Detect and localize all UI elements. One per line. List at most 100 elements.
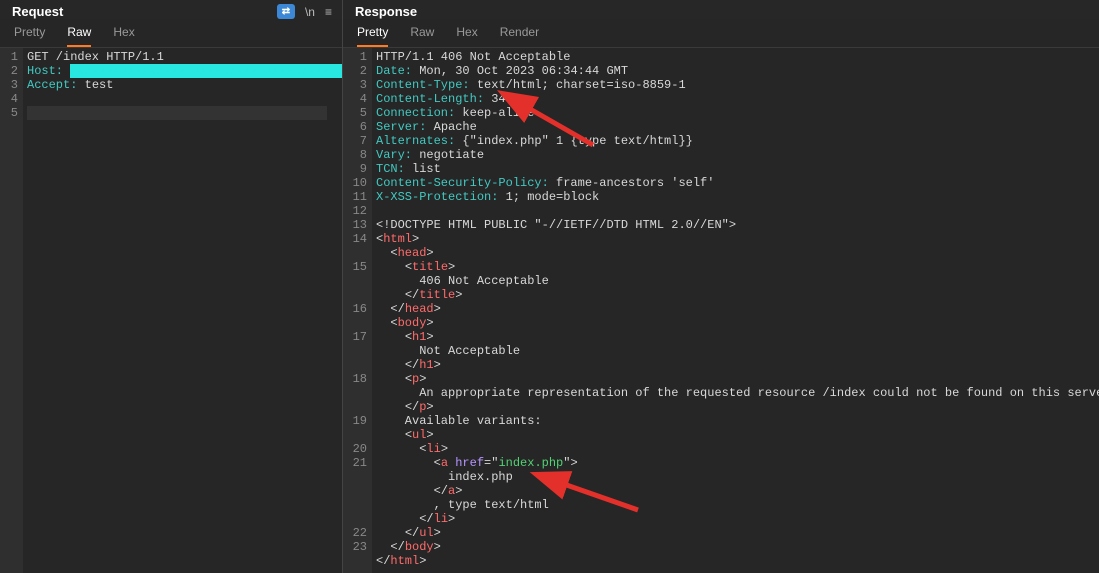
tab-raw[interactable]: Raw	[410, 25, 434, 47]
code-line[interactable]: Content-Type: text/html; charset=iso-885…	[376, 78, 1099, 92]
line-number: 2	[343, 64, 367, 78]
line-number: 19	[343, 414, 367, 428]
tab-hex[interactable]: Hex	[113, 25, 134, 47]
app-root: Request ⇄ \n ≡ PrettyRawHex 12345 GET /i…	[0, 0, 1099, 573]
line-number: 13	[343, 218, 367, 232]
response-header: Response	[343, 0, 1099, 19]
code-line[interactable]: HTTP/1.1 406 Not Acceptable	[376, 50, 1099, 64]
newline-toggle[interactable]: \n	[305, 5, 315, 19]
code-line[interactable]: </ul>	[376, 526, 1099, 540]
line-number	[343, 288, 367, 302]
response-panel: Response PrettyRawHexRender 123456789101…	[343, 0, 1099, 573]
code-line[interactable]: Accept: test	[27, 78, 342, 92]
code-line[interactable]: </head>	[376, 302, 1099, 316]
line-number: 21	[343, 456, 367, 470]
request-tools: ⇄ \n ≡	[277, 4, 332, 19]
request-gutter: 12345	[0, 48, 23, 573]
code-line[interactable]: Host: xxxxxxxxxxxxxxxxxxxxxxxxxxxxxxxxxx…	[27, 64, 342, 78]
line-number: 15	[343, 260, 367, 274]
code-line[interactable]: <ul>	[376, 428, 1099, 442]
code-line[interactable]: </p>	[376, 400, 1099, 414]
line-number	[343, 470, 367, 484]
line-number: 23	[343, 540, 367, 554]
code-line[interactable]	[376, 204, 1099, 218]
code-line[interactable]	[27, 92, 342, 106]
line-number	[343, 344, 367, 358]
response-tabs: Pretty Raw Hex Render	[343, 19, 1099, 48]
tab-raw[interactable]: Raw	[67, 25, 91, 47]
request-title: Request	[12, 4, 63, 19]
line-number: 18	[343, 372, 367, 386]
line-number: 8	[343, 148, 367, 162]
response-gutter: 1234567891011121314151617181920212223	[343, 48, 372, 573]
tab-hex[interactable]: Hex	[456, 25, 477, 47]
line-number	[343, 400, 367, 414]
code-line[interactable]: Connection: keep-alive	[376, 106, 1099, 120]
code-line[interactable]: </a>	[376, 484, 1099, 498]
code-line[interactable]: Content-Security-Policy: frame-ancestors…	[376, 176, 1099, 190]
code-line[interactable]: TCN: list	[376, 162, 1099, 176]
tab-pretty[interactable]: Pretty	[357, 25, 388, 47]
code-line[interactable]: index.php	[376, 470, 1099, 484]
line-number	[343, 428, 367, 442]
line-number: 5	[343, 106, 367, 120]
code-line[interactable]: Date: Mon, 30 Oct 2023 06:34:44 GMT	[376, 64, 1099, 78]
code-line[interactable]: </li>	[376, 512, 1099, 526]
code-line[interactable]: <a href="index.php">	[376, 456, 1099, 470]
line-number: 5	[0, 106, 18, 120]
code-line[interactable]: </html>	[376, 554, 1099, 568]
code-line[interactable]: GET /index HTTP/1.1	[27, 50, 342, 64]
code-line[interactable]: </title>	[376, 288, 1099, 302]
code-line[interactable]: <!DOCTYPE HTML PUBLIC "-//IETF//DTD HTML…	[376, 218, 1099, 232]
line-number: 17	[343, 330, 367, 344]
line-number	[343, 316, 367, 330]
line-number: 4	[0, 92, 18, 106]
line-number	[343, 274, 367, 288]
code-line[interactable]: <head>	[376, 246, 1099, 260]
line-number: 22	[343, 526, 367, 540]
code-line[interactable]: , type text/html	[376, 498, 1099, 512]
code-line[interactable]: <html>	[376, 232, 1099, 246]
line-number: 1	[343, 50, 367, 64]
line-number	[343, 386, 367, 400]
code-line[interactable]: <h1>	[376, 330, 1099, 344]
line-number: 20	[343, 442, 367, 456]
code-line[interactable]: <li>	[376, 442, 1099, 456]
line-number: 2	[0, 64, 18, 78]
code-line[interactable]: Content-Length: 347	[376, 92, 1099, 106]
code-line[interactable]: Alternates: {"index.php" 1 {type text/ht…	[376, 134, 1099, 148]
response-code[interactable]: HTTP/1.1 406 Not AcceptableDate: Mon, 30…	[372, 48, 1099, 573]
wrap-icon[interactable]: ⇄	[277, 4, 295, 19]
line-number: 14	[343, 232, 367, 246]
response-editor[interactable]: 1234567891011121314151617181920212223 HT…	[343, 48, 1099, 573]
line-number: 9	[343, 162, 367, 176]
code-line[interactable]: <body>	[376, 316, 1099, 330]
tab-render[interactable]: Render	[500, 25, 539, 47]
code-line[interactable]: 406 Not Acceptable	[376, 274, 1099, 288]
tab-pretty[interactable]: Pretty	[14, 25, 45, 47]
line-number: 1	[0, 50, 18, 64]
menu-icon[interactable]: ≡	[325, 5, 332, 19]
line-number	[343, 358, 367, 372]
response-title: Response	[355, 4, 417, 19]
request-tabs: Pretty Raw Hex	[0, 19, 342, 48]
line-number: 12	[343, 204, 367, 218]
code-line[interactable]: </h1>	[376, 358, 1099, 372]
line-number: 16	[343, 302, 367, 316]
code-line[interactable]	[27, 106, 327, 120]
code-line[interactable]: </body>	[376, 540, 1099, 554]
request-code[interactable]: GET /index HTTP/1.1Host: xxxxxxxxxxxxxxx…	[23, 48, 342, 573]
code-line[interactable]: Server: Apache	[376, 120, 1099, 134]
request-header: Request ⇄ \n ≡	[0, 0, 342, 19]
code-line[interactable]: An appropriate representation of the req…	[376, 386, 1099, 400]
request-editor[interactable]: 12345 GET /index HTTP/1.1Host: xxxxxxxxx…	[0, 48, 342, 573]
request-panel: Request ⇄ \n ≡ Pretty Raw Hex 12345 GET /i…	[0, 0, 343, 573]
code-line[interactable]: Vary: negotiate	[376, 148, 1099, 162]
code-line[interactable]: Available variants:	[376, 414, 1099, 428]
code-line[interactable]: Not Acceptable	[376, 344, 1099, 358]
code-line[interactable]: <p>	[376, 372, 1099, 386]
code-line[interactable]: <title>	[376, 260, 1099, 274]
line-number: 7	[343, 134, 367, 148]
line-number	[343, 554, 367, 568]
code-line[interactable]: X-XSS-Protection: 1; mode=block	[376, 190, 1099, 204]
